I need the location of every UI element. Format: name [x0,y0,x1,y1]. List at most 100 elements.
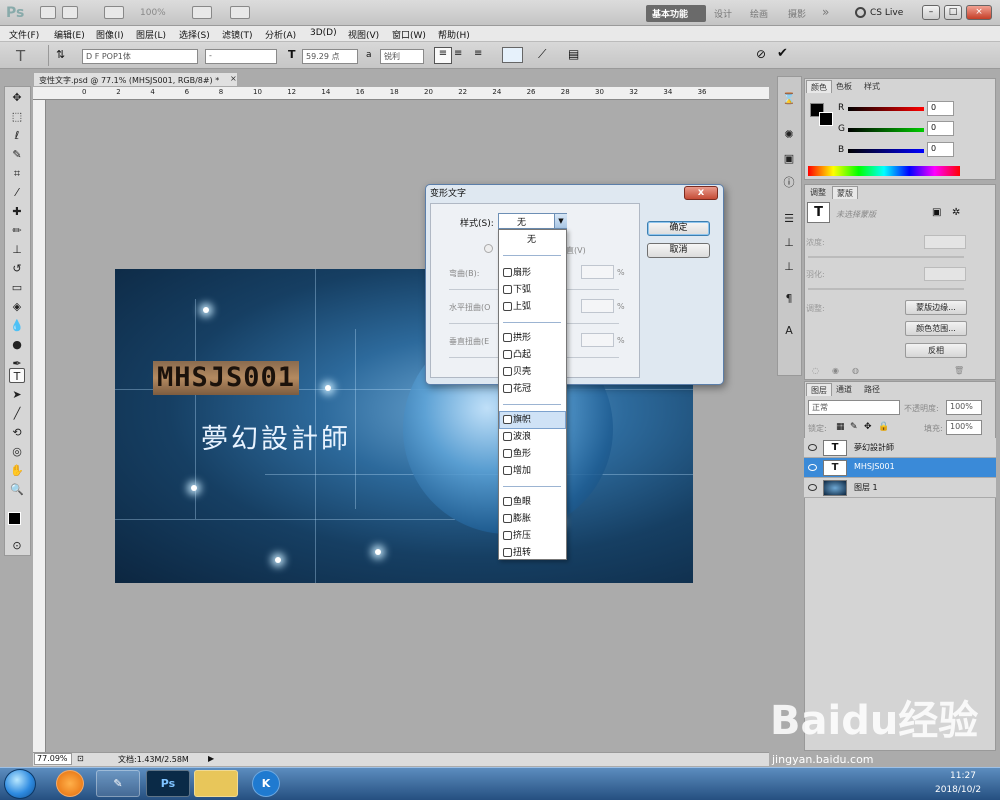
style-option-none[interactable]: 无 [500,232,565,248]
font-size-select[interactable]: 59.29 点 [302,49,358,64]
clone-stamp-tool-icon[interactable]: ⊥ [9,242,25,257]
type-tool-preset-icon[interactable]: T [16,47,25,65]
workspace-essentials-button[interactable]: 基本功能 [646,5,706,22]
screen-mode-icon[interactable] [230,6,250,19]
3d-panel-icon[interactable]: ✺ [782,128,796,142]
quick-mask-icon[interactable]: ⊙ [9,538,25,553]
paint-bucket-tool-icon[interactable]: ◈ [9,299,25,314]
style-option-fisheye[interactable]: 鱼眼 [500,494,565,510]
color-bg-swatch[interactable] [819,112,833,126]
k-app-taskbar-button[interactable]: K [252,770,280,797]
marquee-tool-icon[interactable]: ⬚ [9,109,25,124]
style-option-arc[interactable]: 扇形 [500,265,565,281]
minimize-button[interactable]: – [922,5,940,20]
line-tool-icon[interactable]: ╱ [9,406,25,421]
style-option-fish[interactable]: 鱼形 [500,446,565,462]
quick-select-tool-icon[interactable]: ✎ [9,147,25,162]
style-option-squeeze[interactable]: 挤压 [500,528,565,544]
cancel-edits-icon[interactable]: ⊘ [756,47,766,61]
blend-mode-select[interactable]: 正常 [808,400,900,415]
photoshop-taskbar-button[interactable]: Ps [146,770,190,797]
brush-tool-icon[interactable]: ✏ [9,223,25,238]
arrange-documents-icon[interactable] [192,6,212,19]
close-window-button[interactable]: × [966,5,992,20]
blur-tool-icon[interactable]: 💧 [9,318,25,333]
eyedropper-tool-icon[interactable]: ⁄ [9,185,25,200]
menu-analysis[interactable]: 分析(A) [265,28,296,41]
add-pixel-mask-icon[interactable]: ▣ [932,207,941,218]
document-tab[interactable]: 变性文字.psd @ 77.1% (MHSJS001, RGB/8#) * [33,72,238,87]
paint-taskbar-icon[interactable]: ✎ [96,770,140,797]
feather-field[interactable] [924,267,966,281]
clone-source-icon[interactable]: ⊥ [782,236,796,250]
brush-presets-icon[interactable]: ☰ [782,212,796,226]
start-button[interactable] [4,769,36,799]
tab-paths[interactable]: 路径 [860,383,884,396]
visibility-eye-icon[interactable] [808,444,817,451]
text-color-swatch[interactable] [502,47,523,63]
type-tool-icon[interactable]: T [9,368,25,383]
tool-presets-icon[interactable]: ⊥ [782,260,796,274]
apply-mask-icon[interactable]: ◉ [832,366,839,375]
mask-edge-button[interactable]: 蒙版边缘... [905,300,967,315]
color-range-button[interactable]: 颜色范围... [905,321,967,336]
tab-styles[interactable]: 样式 [860,80,884,93]
lock-position-icon[interactable]: ✥ [864,422,872,432]
disable-mask-icon[interactable]: ◍ [852,366,859,375]
r-slider[interactable] [848,107,924,111]
status-menu-arrow-icon[interactable]: ▶ [208,754,214,763]
text-layer-mhsjs001[interactable]: MHSJS001 [153,361,300,395]
align-left-icon[interactable]: ≡ [434,47,452,64]
align-center-icon[interactable]: ≡ [454,48,462,59]
style-option-wave[interactable]: 波浪 [500,429,565,445]
healing-brush-tool-icon[interactable]: ✚ [9,204,25,219]
navigator-panel-icon[interactable]: ▣ [782,152,796,166]
browser-taskbar-icon[interactable] [56,770,84,797]
lasso-tool-icon[interactable]: ℓ [9,128,25,143]
visibility-eye-icon[interactable] [808,484,817,491]
vertical-distortion-input[interactable] [581,333,614,347]
menu-3d[interactable]: 3D(D) [310,28,337,38]
eraser-tool-icon[interactable]: ▭ [9,280,25,295]
history-panel-icon[interactable]: ⌛ [782,92,796,106]
g-slider[interactable] [848,128,924,132]
menu-help[interactable]: 帮助(H) [438,28,470,41]
tab-swatches[interactable]: 色板 [832,80,856,93]
menu-layer[interactable]: 图层(L) [136,28,166,41]
commit-edits-icon[interactable]: ✔ [777,46,788,61]
history-brush-tool-icon[interactable]: ↺ [9,261,25,276]
menu-edit[interactable]: 编辑(E) [54,28,85,41]
lock-pixels-icon[interactable]: ✎ [850,422,858,432]
g-value-field[interactable]: 0 [927,121,954,136]
style-option-arc-upper[interactable]: 上弧 [500,299,565,315]
style-option-rise[interactable]: 增加 [500,463,565,479]
mini-bridge-icon[interactable] [62,6,78,19]
fill-field[interactable]: 100% [946,420,982,435]
tab-color[interactable]: 颜色 [806,80,832,93]
crop-tool-icon[interactable]: ⌗ [9,166,25,181]
maximize-button[interactable]: □ [944,5,962,20]
orientation-horizontal-radio[interactable] [484,244,493,253]
menu-window[interactable]: 窗口(W) [392,28,426,41]
layer-row[interactable]: 图层 1 [804,478,996,498]
invert-button[interactable]: 反相 [905,343,967,358]
align-right-icon[interactable]: ≡ [474,48,482,59]
style-option-inflate[interactable]: 膨胀 [500,511,565,527]
more-workspaces-button[interactable]: » [816,3,835,20]
cs-live-button[interactable]: CS Live [870,8,903,18]
horizontal-distortion-input[interactable] [581,299,614,313]
color-spectrum-ramp[interactable] [808,166,960,176]
antialias-select[interactable]: 锐利 [380,49,424,64]
style-option-arc-lower[interactable]: 下弧 [500,282,565,298]
character-panel-icon[interactable]: ▤ [568,47,579,61]
text-layer-dream-designer[interactable]: 夢幻設計師 [201,417,351,456]
style-option-twist[interactable]: 扭转 [500,545,565,561]
dialog-close-button[interactable]: x [684,186,718,200]
opacity-field[interactable]: 100% [946,400,982,415]
lock-transparent-icon[interactable]: ▦ [836,422,845,432]
clock-date[interactable]: 2018/10/2 [935,785,981,795]
3d-orbit-tool-icon[interactable]: ◎ [9,444,25,459]
style-option-arch[interactable]: 拱形 [500,330,565,346]
paragraph-panel-icon[interactable]: ¶ [782,292,796,306]
load-selection-icon[interactable]: ◌ [812,366,819,375]
